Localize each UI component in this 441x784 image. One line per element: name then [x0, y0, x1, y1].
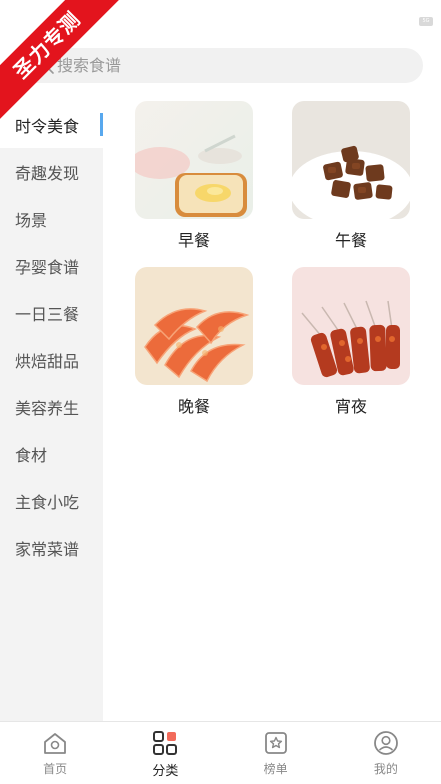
search-input[interactable] [57, 56, 357, 75]
tab-ranking[interactable]: 榜单 [221, 722, 331, 784]
grid-item-lunch[interactable]: 午餐 [292, 101, 410, 251]
sidebar-item-snacks[interactable]: 主食小吃 [0, 477, 103, 524]
category-icon [152, 730, 178, 756]
sidebar-item-three-meals[interactable]: 一日三餐 [0, 289, 103, 336]
sidebar-item-beauty[interactable]: 美容养生 [0, 383, 103, 430]
sidebar-item-maternal[interactable]: 孕婴食谱 [0, 242, 103, 289]
sidebar-item-scenes[interactable]: 场景 [0, 195, 103, 242]
sidebar-item-seasonal[interactable]: 时令美食 [0, 101, 103, 148]
sidebar-item-ingredients[interactable]: 食材 [0, 430, 103, 477]
sidebar-item-baking[interactable]: 烘焙甜品 [0, 336, 103, 383]
category-sidebar: 时令美食 奇趣发现 场景 孕婴食谱 一日三餐 烘焙甜品 美容养生 食材 主食小吃… [0, 101, 103, 721]
tab-category[interactable]: 分类 [110, 722, 220, 784]
home-icon [42, 730, 68, 756]
tab-home[interactable]: 首页 [0, 722, 110, 784]
tab-label: 首页 [43, 762, 68, 776]
sidebar-item-home-dishes[interactable]: 家常菜谱 [0, 524, 103, 571]
sidebar-item-discovery[interactable]: 奇趣发现 [0, 148, 103, 195]
tab-label: 榜单 [263, 762, 288, 776]
network-badge: 5G [419, 17, 433, 26]
tab-label: 我的 [373, 762, 398, 776]
tab-profile[interactable]: 我的 [331, 722, 441, 784]
grid-item-dinner[interactable]: 晚餐 [135, 267, 253, 417]
grid-item-label: 宵夜 [334, 397, 367, 416]
grid-item-label: 午餐 [334, 231, 367, 250]
tab-label: 分类 [152, 764, 179, 779]
lunch-image [292, 101, 410, 219]
ranking-icon [263, 730, 289, 756]
dinner-image [135, 267, 253, 385]
grid-item-label: 晚餐 [177, 397, 210, 416]
bottom-tab-bar: 首页 分类 榜单 我的 [0, 721, 441, 784]
breakfast-image [135, 101, 253, 219]
search-bar[interactable] [19, 48, 423, 83]
grid-item-label: 早餐 [177, 231, 210, 250]
profile-icon [373, 730, 399, 756]
late-night-image [292, 267, 410, 385]
grid-item-late-night[interactable]: 宵夜 [292, 267, 410, 417]
grid-item-breakfast[interactable]: 早餐 [135, 101, 253, 251]
